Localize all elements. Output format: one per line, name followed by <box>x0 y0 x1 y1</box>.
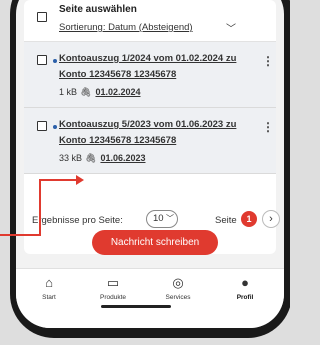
more-options-icon[interactable]: ⋮ <box>262 54 274 68</box>
document-meta: 1 kB 🖇 01.02.2024 <box>59 87 141 98</box>
select-row: Seite auswählen Sortierung: Datum (Abste… <box>24 0 276 42</box>
document-list: Seite auswählen Sortierung: Datum (Abste… <box>24 0 280 254</box>
document-date-link[interactable]: 01.02.2024 <box>95 87 140 97</box>
tab-label: Start <box>42 294 56 301</box>
tab-label: Produkte <box>99 294 127 301</box>
chevron-down-icon: ﹀ <box>166 214 174 223</box>
unread-dot-icon <box>53 125 57 129</box>
tab-produkte[interactable]: ▭ Produkte <box>88 275 138 301</box>
unread-dot-icon <box>53 59 57 63</box>
results-per-page-select[interactable]: 10 ﹀ <box>146 210 178 228</box>
profile-icon: ● <box>241 275 249 290</box>
services-icon: ◎ <box>172 275 184 290</box>
document-checkbox[interactable] <box>37 55 47 65</box>
annotation-arrow-icon <box>76 175 84 185</box>
annotation-line <box>39 179 79 181</box>
results-per-page-label: Ergebnisse pro Seite: <box>32 215 123 226</box>
more-options-icon[interactable]: ⋮ <box>262 120 274 134</box>
select-all-label: Seite auswählen <box>59 4 137 15</box>
current-page-badge[interactable]: 1 <box>241 211 257 227</box>
chevron-down-icon[interactable]: ﹀ <box>226 20 236 35</box>
document-title-link[interactable]: Kontoauszug 1/2024 vom 01.02.2024 zu Kon… <box>59 51 249 83</box>
tab-services[interactable]: ◎ Services <box>153 275 203 301</box>
annotation-line <box>39 179 41 236</box>
document-checkbox[interactable] <box>37 121 47 131</box>
document-date-link[interactable]: 01.06.2023 <box>100 153 145 163</box>
document-size: 1 kB <box>59 87 78 97</box>
document-size: 33 kB <box>59 153 83 163</box>
next-page-icon[interactable]: › <box>262 210 280 228</box>
app-screen: Seite auswählen Sortierung: Datum (Abste… <box>16 0 284 328</box>
results-per-page-value: 10 <box>153 213 164 224</box>
document-meta: 33 kB 🖇 01.06.2023 <box>59 153 146 164</box>
products-icon: ▭ <box>106 275 120 290</box>
page-label: Seite <box>215 215 237 226</box>
write-message-button[interactable]: Nachricht schreiben <box>92 230 218 255</box>
sort-dropdown[interactable]: Sortierung: Datum (Absteigend) <box>59 22 193 33</box>
tab-label: Services <box>165 294 191 301</box>
home-indicator <box>101 305 171 308</box>
tab-start[interactable]: ⌂ Start <box>24 275 74 301</box>
annotation-line <box>0 234 40 236</box>
tab-label: Profil <box>236 294 254 301</box>
attachment-icon: 🖇 <box>85 153 97 163</box>
document-title-link[interactable]: Kontoauszug 5/2023 vom 01.06.2023 zu Kon… <box>59 117 249 149</box>
bottom-tab-bar: ⌂ Start ▭ Produkte ◎ Services ● Profil <box>16 268 284 328</box>
home-icon: ⌂ <box>45 275 53 290</box>
list-item[interactable]: Kontoauszug 1/2024 vom 01.02.2024 zu Kon… <box>24 42 276 108</box>
attachment-icon: 🖇 <box>80 87 92 97</box>
list-item[interactable]: Kontoauszug 5/2023 vom 01.06.2023 zu Kon… <box>24 108 276 174</box>
tab-profil[interactable]: ● Profil <box>220 275 270 301</box>
phone-frame: Seite auswählen Sortierung: Datum (Abste… <box>0 0 290 345</box>
select-all-checkbox[interactable] <box>37 12 47 22</box>
